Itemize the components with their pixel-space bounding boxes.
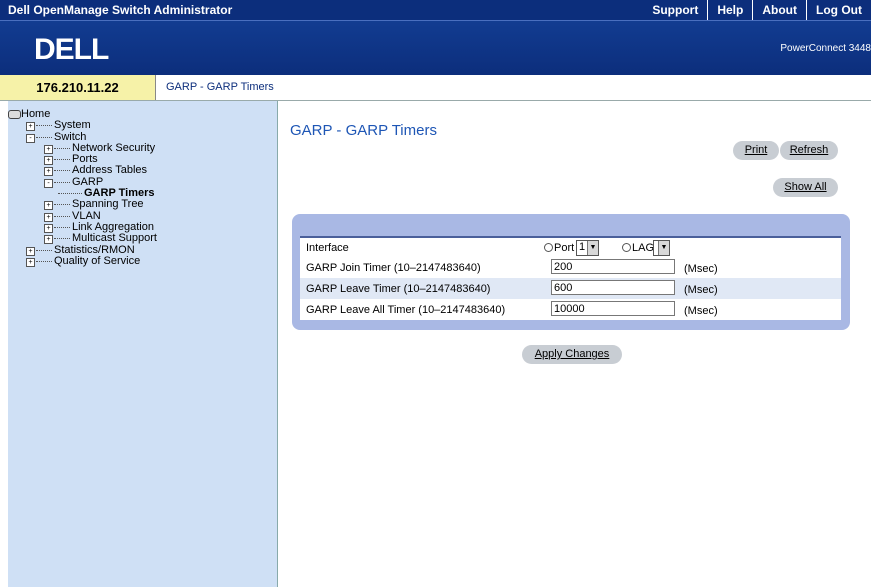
join-timer-row: GARP Join Timer (10–2147483640) (Msec)	[300, 257, 841, 278]
tree-item-label: Spanning Tree	[72, 198, 144, 211]
tree-connector	[54, 238, 70, 240]
lag-radio[interactable]	[622, 243, 631, 252]
tree-connector	[36, 125, 52, 127]
refresh-button[interactable]: Refresh	[780, 141, 838, 160]
breadcrumb: GARP - GARP Timers	[166, 81, 274, 93]
show-all-button[interactable]: Show All	[773, 178, 838, 197]
about-link[interactable]: About	[752, 0, 806, 20]
tree-connector	[36, 249, 52, 251]
collapse-icon[interactable]: -	[26, 133, 35, 143]
page-title: GARP - GARP Timers	[290, 122, 437, 139]
tree-connector	[54, 215, 70, 217]
leave-timer-label: GARP Leave Timer (10–2147483640)	[306, 283, 491, 295]
banner: DELL PowerConnect 3448	[0, 21, 871, 75]
home-icon	[8, 110, 21, 119]
device-ip: 176.210.11.22	[0, 75, 156, 100]
leave-all-timer-row: GARP Leave All Timer (10–2147483640) (Ms…	[300, 299, 841, 320]
tree-item-label: Quality of Service	[54, 254, 141, 267]
tree-item-label: Home	[21, 108, 51, 120]
expand-icon[interactable]: +	[26, 122, 35, 132]
chevron-down-icon: ▼	[587, 241, 598, 255]
tree-connector	[54, 170, 70, 172]
leave-timer-input[interactable]	[551, 280, 675, 295]
tree-connector	[54, 181, 70, 183]
join-timer-input[interactable]	[551, 259, 675, 274]
interface-label: Interface	[306, 242, 349, 254]
tree-item-label: System	[54, 119, 91, 132]
model-name: PowerConnect 3448	[780, 43, 871, 54]
expand-icon[interactable]: +	[44, 235, 53, 245]
tree-connector	[58, 193, 82, 195]
expand-icon[interactable]: +	[44, 167, 53, 177]
leave-timer-unit: (Msec)	[684, 284, 718, 296]
port-select[interactable]: 1 ▼	[576, 240, 599, 256]
top-bar: Dell OpenManage Switch Administrator Sup…	[0, 0, 871, 21]
port-radio[interactable]	[544, 243, 553, 252]
tree-connector	[54, 159, 70, 161]
main-content: GARP - GARP Timers Print Refresh Show Al…	[278, 101, 871, 587]
leave-all-timer-input[interactable]	[551, 301, 675, 316]
leave-all-timer-label: GARP Leave All Timer (10–2147483640)	[306, 304, 506, 316]
lag-label: LAG	[632, 242, 655, 254]
support-link[interactable]: Support	[643, 0, 707, 20]
expand-icon[interactable]: +	[44, 212, 53, 222]
print-button[interactable]: Print	[733, 141, 779, 160]
tree-connector	[36, 260, 52, 262]
garp-timers-panel: Interface Port 1 ▼ LAG ▼ GARP Join Timer…	[292, 214, 850, 330]
join-timer-unit: (Msec)	[684, 263, 718, 275]
app-title: Dell OpenManage Switch Administrator	[8, 3, 233, 17]
logout-link[interactable]: Log Out	[806, 0, 871, 20]
tree-connector	[36, 136, 52, 138]
leave-timer-row: GARP Leave Timer (10–2147483640) (Msec)	[300, 278, 841, 299]
expand-icon[interactable]: +	[26, 257, 35, 267]
address-bar: 176.210.11.22 GARP - GARP Timers	[0, 75, 871, 101]
port-select-value: 1	[579, 241, 586, 253]
help-link[interactable]: Help	[707, 0, 752, 20]
tree-connector	[54, 147, 70, 149]
expand-icon[interactable]: +	[26, 246, 35, 256]
garp-timers-form: Interface Port 1 ▼ LAG ▼ GARP Join Timer…	[300, 236, 841, 320]
apply-changes-button[interactable]: Apply Changes	[522, 345, 622, 364]
top-links: Support Help About Log Out	[643, 0, 871, 20]
lag-select[interactable]: ▼	[653, 240, 670, 256]
chevron-down-icon: ▼	[658, 241, 669, 255]
interface-row: Interface Port 1 ▼ LAG ▼	[300, 236, 841, 257]
tree-connector	[54, 226, 70, 228]
collapse-icon[interactable]: -	[44, 178, 53, 188]
dell-logo: DELL	[34, 33, 109, 66]
expand-icon[interactable]: +	[44, 223, 53, 233]
join-timer-label: GARP Join Timer (10–2147483640)	[306, 262, 481, 274]
sidebar-tree: Home + System - Switch + Network Security + Port…	[8, 101, 278, 587]
expand-icon[interactable]: +	[44, 144, 53, 154]
tree-item-label: Multicast Support	[72, 232, 157, 245]
expand-icon[interactable]: +	[44, 156, 53, 166]
tree-connector	[54, 204, 70, 206]
port-label: Port	[554, 242, 575, 254]
expand-icon[interactable]: +	[44, 201, 53, 211]
leave-all-timer-unit: (Msec)	[684, 305, 718, 317]
